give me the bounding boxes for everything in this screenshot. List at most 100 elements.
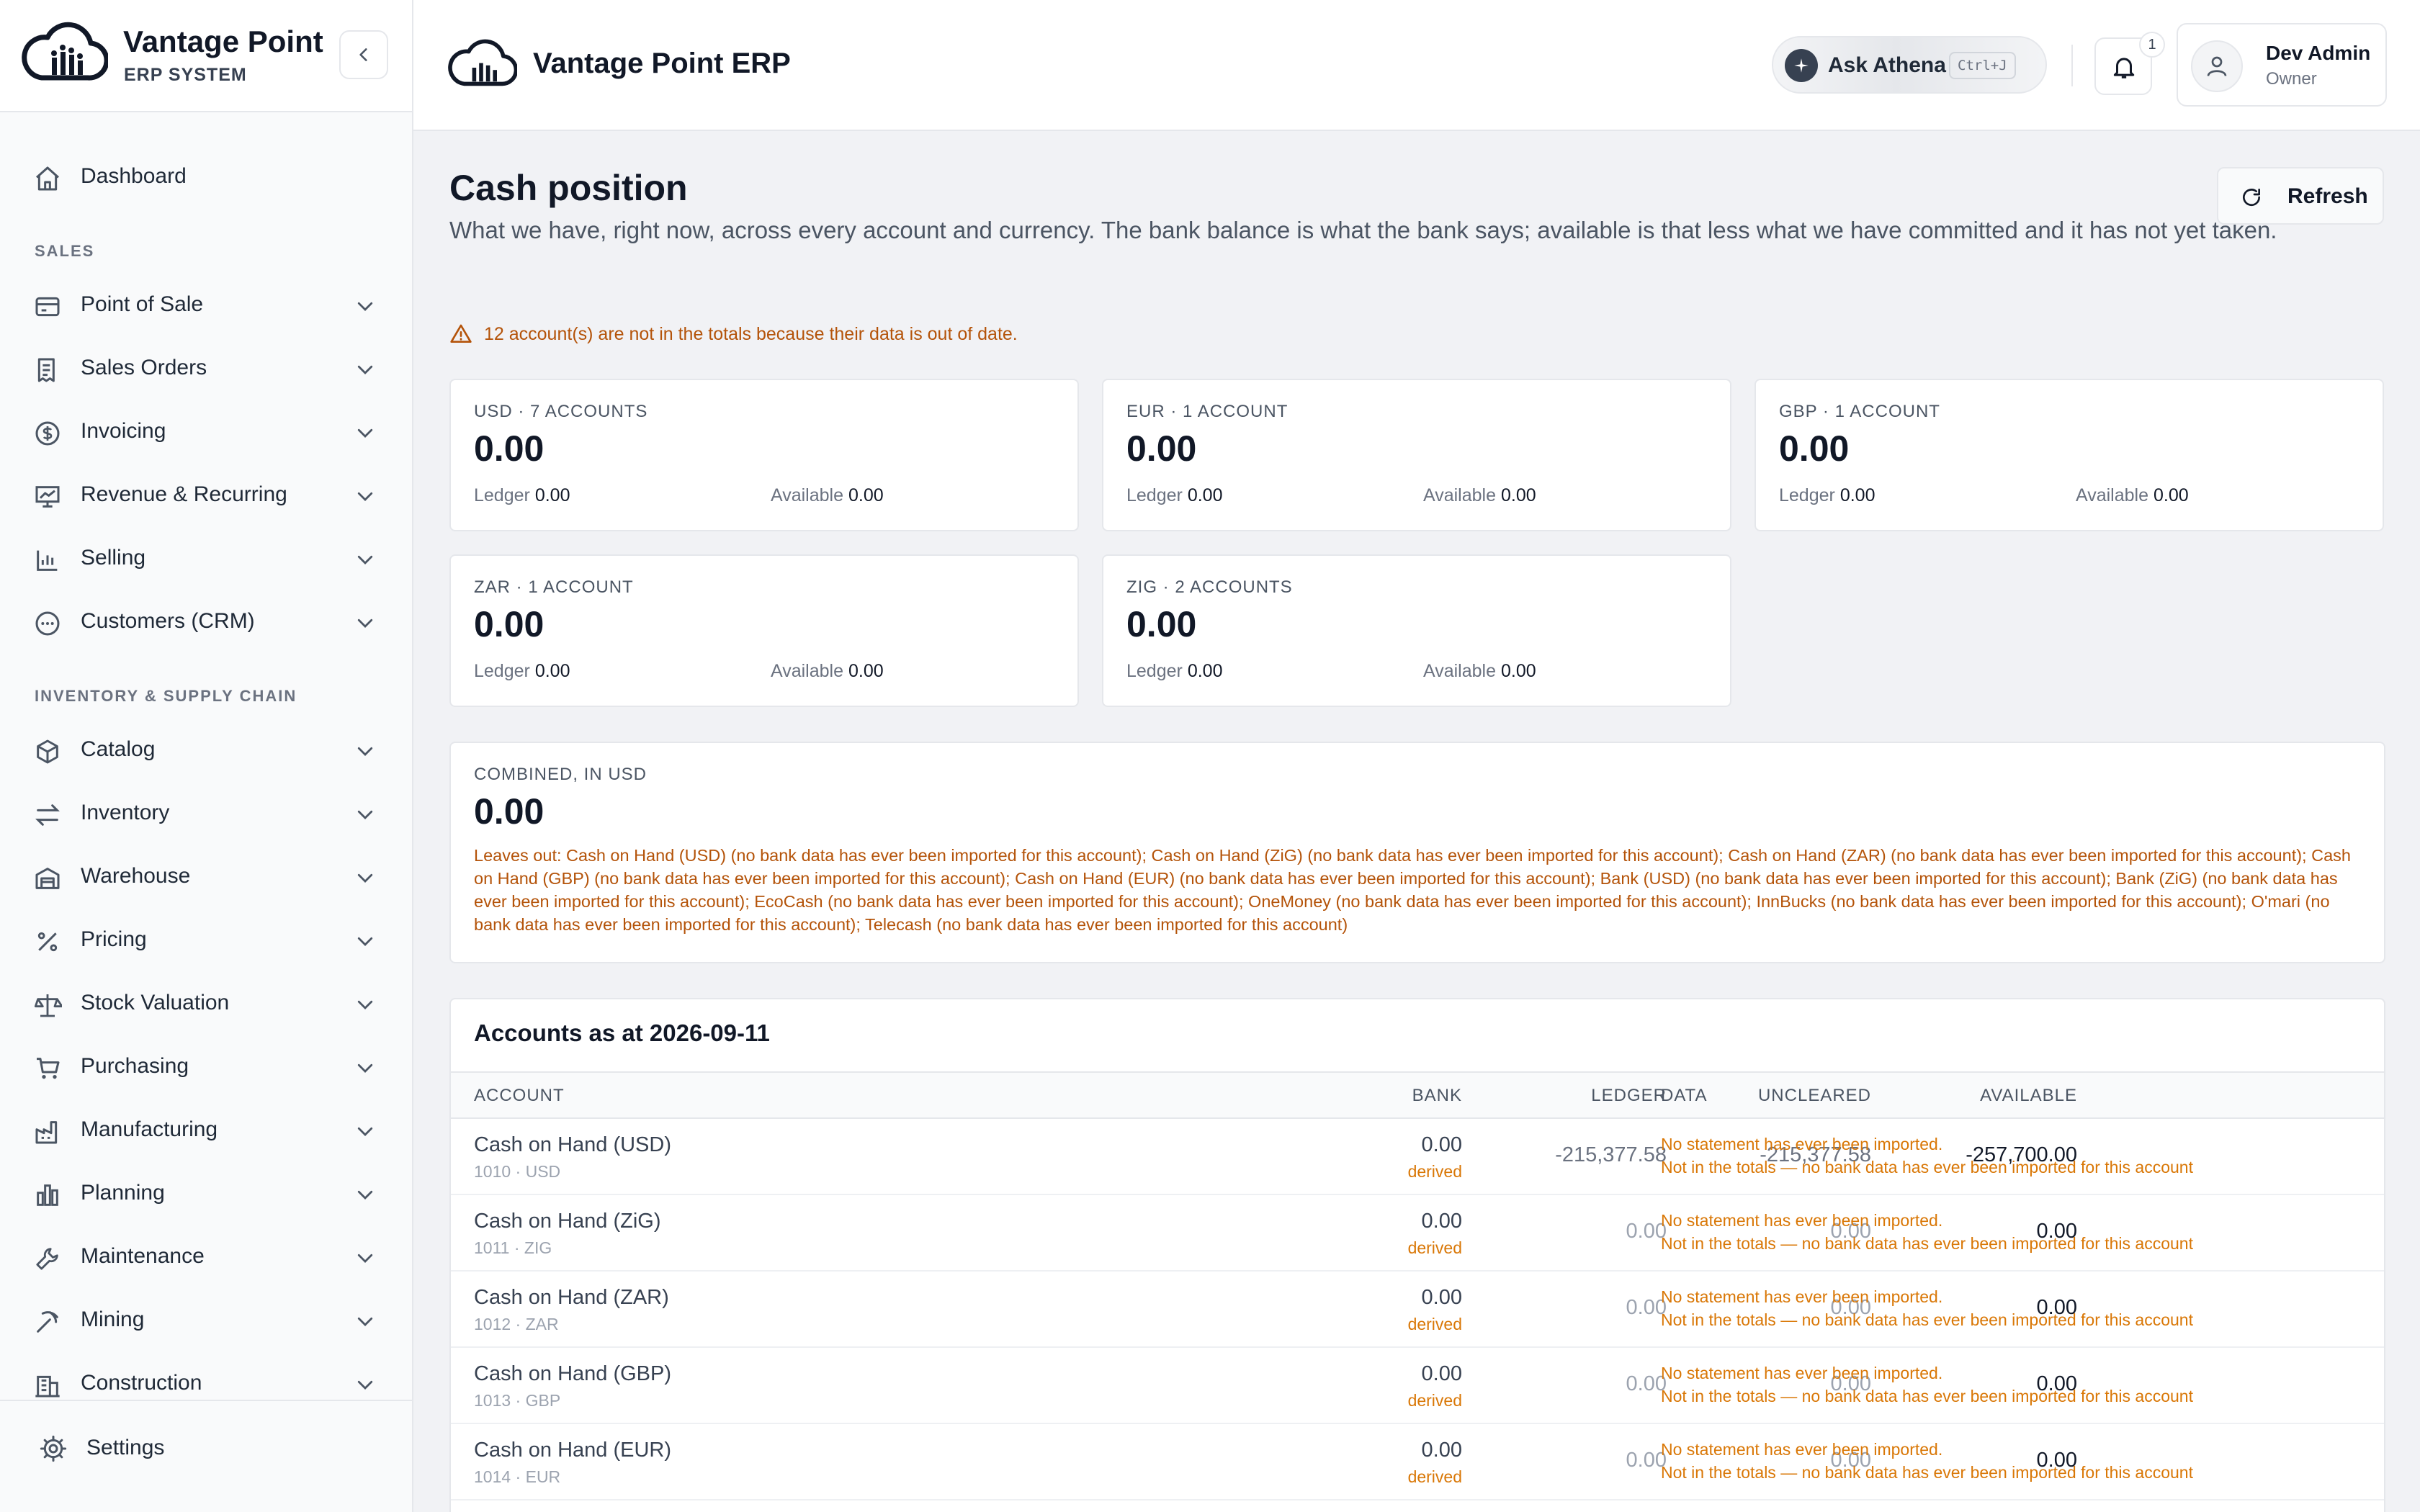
accounts-title: Accounts as at 2026-09-11: [474, 1020, 770, 1046]
brand-name: Vantage Point: [123, 24, 323, 58]
home-icon: [36, 166, 59, 191]
currency-heading: USD · 7 ACCOUNTS: [474, 402, 648, 421]
sidebar-item-selling[interactable]: Selling: [0, 530, 412, 588]
sidebar-item-maintenance[interactable]: Maintenance: [0, 1228, 412, 1286]
bank-balance: 0.00: [1421, 1210, 1462, 1233]
sidebar-nav: Dashboard SALES Point of Sale Sales Orde…: [0, 114, 412, 1400]
sidebar-item-label: Planning: [81, 1181, 165, 1205]
currency-amount: 0.00: [1126, 604, 1197, 644]
table-row[interactable]: Cash on Hand (ZAR) 1012 · ZAR 0.00 deriv…: [451, 1272, 2384, 1348]
data-status: No statement has ever been imported.: [1661, 1287, 1943, 1306]
column-header-uncleared: UNCLEARED: [1757, 1086, 1871, 1105]
user-menu-button[interactable]: Dev Admin Owner: [2177, 23, 2387, 107]
chevron-down-icon: [357, 302, 373, 311]
account-name: Cash on Hand (ZAR): [474, 1286, 669, 1309]
sidebar-item-dashboard[interactable]: Dashboard: [0, 148, 412, 206]
ledger-balance: -215,377.58: [1555, 1143, 1667, 1166]
available-label: Available: [2076, 485, 2149, 505]
account-code: 1014 · EUR: [474, 1467, 561, 1486]
combined-total-card: COMBINED, IN USD 0.00 Leaves out: Cash o…: [449, 742, 2385, 963]
sidebar-item-warehouse[interactable]: Warehouse: [0, 848, 412, 906]
ledger-value: 0.00: [1187, 661, 1223, 681]
arrows-swap-icon: [35, 804, 60, 826]
sidebar-item-revenue-recurring[interactable]: Revenue & Recurring: [0, 467, 412, 524]
table-row[interactable]: Cash on Hand (USD) 1010 · USD 0.00 deriv…: [451, 1119, 2384, 1195]
currency-card-zig: ZIG · 2 ACCOUNTS 0.00 Ledger 0.00 Availa…: [1102, 554, 1731, 707]
currency-card-usd: USD · 7 ACCOUNTS 0.00 Ledger 0.00 Availa…: [449, 379, 1079, 531]
sidebar-item-pricing[interactable]: Pricing: [0, 912, 412, 969]
available-label: Available: [1423, 661, 1497, 681]
chart-presentation-icon: [35, 486, 60, 508]
chevron-left-icon: [359, 48, 367, 61]
sidebar-item-label: Revenue & Recurring: [81, 482, 287, 506]
chevron-down-icon: [357, 937, 373, 946]
main-content: Cash position What we have, right now, a…: [413, 131, 2420, 1512]
sidebar-item-label: Construction: [81, 1371, 202, 1395]
bank-derived-tag: derived: [1407, 1467, 1462, 1486]
ledger-label: Ledger: [1126, 485, 1183, 505]
sidebar-item-construction[interactable]: Construction: [0, 1355, 412, 1400]
sidebar-item-customers-crm[interactable]: Customers (CRM): [0, 593, 412, 651]
cloud-logo-icon: [448, 39, 517, 86]
table-row[interactable]: Cash on Hand (EUR) 1014 · EUR 0.00 deriv…: [451, 1424, 2384, 1500]
sidebar-item-invoicing[interactable]: Invoicing: [0, 403, 412, 461]
sidebar-item-sales-orders[interactable]: Sales Orders: [0, 340, 412, 397]
currency-amount: 0.00: [474, 428, 544, 469]
currency-card-eur: EUR · 1 ACCOUNT 0.00 Ledger 0.00 Availab…: [1102, 379, 1731, 531]
sidebar-item-label: Pricing: [81, 927, 147, 951]
sidebar-item-label: Invoicing: [81, 419, 166, 443]
collapse-sidebar-button[interactable]: [339, 30, 388, 79]
sidebar-item-manufacturing[interactable]: Manufacturing: [0, 1102, 412, 1159]
refresh-icon: [2243, 189, 2261, 207]
scale-icon: [34, 994, 62, 1017]
table-row[interactable]: Cash on Hand (ZiG) 1011 · ZIG 0.00 deriv…: [451, 1195, 2384, 1272]
chevron-down-icon: [357, 810, 373, 819]
chevron-down-icon: [357, 873, 373, 883]
sidebar-item-catalog[interactable]: Catalog: [0, 721, 412, 779]
ledger-label: Ledger: [474, 485, 530, 505]
sidebar-item-planning[interactable]: Planning: [0, 1165, 412, 1223]
sidebar-item-label: Manufacturing: [81, 1117, 218, 1141]
sidebar-item-point-of-sale[interactable]: Point of Sale: [0, 276, 412, 334]
bell-icon: [2113, 58, 2135, 78]
account-name: Cash on Hand (USD): [474, 1133, 671, 1156]
accounts-table: Accounts as at 2026-09-11 ACCOUNT BANK L…: [449, 998, 2385, 1512]
currency-available: Available 0.00: [1423, 485, 1536, 506]
sidebar-item-label: Warehouse: [81, 864, 191, 888]
currency-heading: ZAR · 1 ACCOUNT: [474, 577, 634, 597]
chevron-down-icon: [357, 1190, 373, 1200]
cart-icon: [37, 1058, 60, 1079]
sidebar-item-label: Catalog: [81, 737, 156, 761]
currency-amount: 0.00: [474, 604, 544, 644]
sidebar-item-mining[interactable]: Mining: [0, 1292, 412, 1349]
refresh-button[interactable]: Refresh: [2217, 167, 2384, 225]
receipt-icon: [37, 358, 55, 382]
account-name: Cash on Hand (GBP): [474, 1362, 672, 1385]
sidebar-item-label: Mining: [81, 1308, 145, 1331]
ask-athena-label: Ask Athena: [1828, 53, 1946, 77]
chevron-down-icon: [357, 428, 373, 438]
combined-excluded-note: Leaves out: Cash on Hand (USD) (no bank …: [474, 846, 2351, 934]
sparkle-icon: [1785, 49, 1818, 82]
currency-card-gbp: GBP · 1 ACCOUNT 0.00 Ledger 0.00 Availab…: [1754, 379, 2384, 531]
bank-balance: 0.00: [1421, 1439, 1462, 1462]
notifications-button[interactable]: 1: [2094, 32, 2165, 95]
user-name: Dev Admin: [2266, 42, 2371, 64]
data-status: No statement has ever been imported.: [1661, 1135, 1943, 1153]
box-icon: [37, 739, 58, 764]
sidebar-item-settings[interactable]: Settings: [35, 1423, 323, 1473]
sidebar-item-inventory[interactable]: Inventory: [0, 785, 412, 842]
currency-available: Available 0.00: [1423, 661, 1536, 682]
ledger-value: 0.00: [534, 661, 570, 681]
sidebar-item-stock-valuation[interactable]: Stock Valuation: [0, 975, 412, 1032]
ledger-value: 0.00: [534, 485, 570, 505]
page-description: What we have, right now, across every ac…: [449, 217, 2277, 243]
page-title: Cash position: [449, 168, 688, 208]
table-row[interactable]: Cash on Hand (GBP) 1013 · GBP 0.00 deriv…: [451, 1348, 2384, 1424]
column-header-bank: BANK: [1412, 1086, 1462, 1105]
sidebar-item-label: Customers (CRM): [81, 609, 255, 633]
ask-athena-button[interactable]: Ask Athena Ctrl+J: [1772, 36, 2047, 94]
credit-card-icon: [35, 297, 60, 317]
sidebar-item-purchasing[interactable]: Purchasing: [0, 1038, 412, 1096]
sidebar-item-label: Settings: [86, 1436, 165, 1459]
